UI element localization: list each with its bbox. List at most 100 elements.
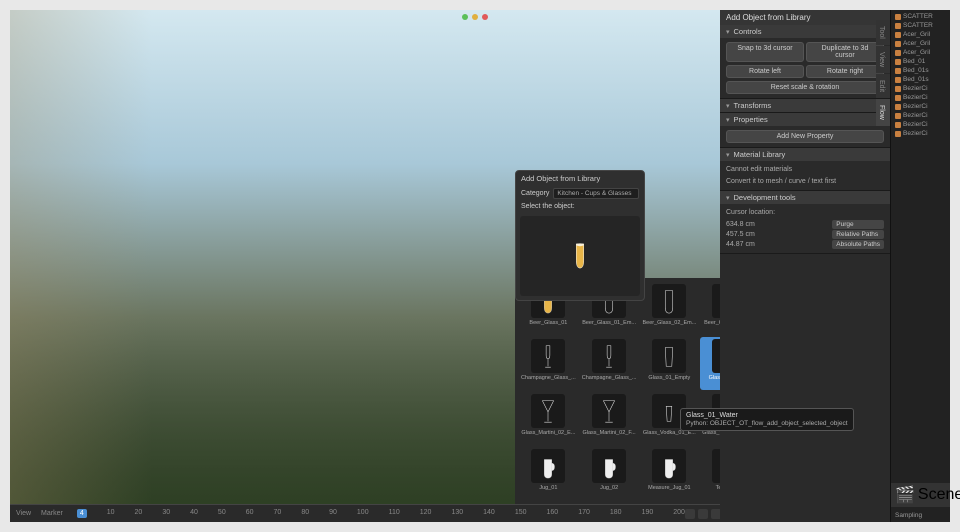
timeline-tick: 120 bbox=[420, 509, 432, 518]
asset-item[interactable]: Beer_Glass_02_Em... bbox=[640, 282, 698, 335]
app-window: View Marker 4 10203040506070809010011012… bbox=[10, 10, 950, 522]
add-property-button[interactable]: Add New Property bbox=[726, 130, 884, 143]
asset-thumbnail bbox=[712, 284, 720, 318]
rotate-right-button[interactable]: Rotate right bbox=[806, 65, 884, 78]
dev-tools-header[interactable]: Development tools bbox=[720, 191, 890, 204]
tab-edit[interactable]: Edit bbox=[876, 74, 890, 98]
timeline-tick: 60 bbox=[246, 509, 254, 518]
outliner-item[interactable]: SCATTER bbox=[893, 12, 948, 21]
category-dropdown[interactable]: Kitchen - Cups & Glasses bbox=[553, 188, 639, 199]
outliner-item[interactable]: BezierCi bbox=[893, 120, 948, 129]
asset-item[interactable]: Champagne_Glass_... bbox=[580, 337, 639, 390]
asset-thumbnail bbox=[592, 339, 626, 373]
object-icon bbox=[895, 32, 901, 38]
relative-paths-button[interactable]: Relative Paths bbox=[832, 230, 884, 239]
tab-view[interactable]: View bbox=[876, 46, 890, 73]
purge-button[interactable]: Purge bbox=[832, 220, 884, 229]
prev-frame-button[interactable] bbox=[698, 509, 708, 519]
outliner-item[interactable]: BezierCi bbox=[893, 84, 948, 93]
asset-thumbnail bbox=[652, 284, 686, 318]
maximize-dot[interactable] bbox=[472, 14, 478, 20]
outliner-tree[interactable]: SCATTERSCATTERAcer_GrilAcer_GrilAcer_Gri… bbox=[891, 10, 950, 479]
object-icon bbox=[895, 122, 901, 128]
timeline-playhead[interactable]: 4 bbox=[77, 509, 87, 518]
outliner-item[interactable]: Bed_01s bbox=[893, 75, 948, 84]
asset-label: Champagne_Glass_... bbox=[521, 375, 576, 381]
popup-title: Add Object from Library bbox=[516, 171, 644, 186]
play-reverse-button[interactable] bbox=[711, 509, 720, 519]
skip-start-button[interactable] bbox=[685, 509, 695, 519]
timeline-tick: 140 bbox=[483, 509, 495, 518]
tab-tool[interactable]: Tool bbox=[876, 20, 890, 45]
outliner-item[interactable]: BezierCi bbox=[893, 93, 948, 102]
properties-section-header[interactable]: Properties bbox=[720, 113, 890, 126]
outliner-item[interactable]: Bed_01 bbox=[893, 57, 948, 66]
asset-thumbnail bbox=[592, 394, 626, 428]
close-dot[interactable] bbox=[482, 14, 488, 20]
asset-item[interactable]: Jug_02 bbox=[580, 447, 639, 500]
asset-thumbnail bbox=[712, 449, 720, 483]
outliner-panel: SCATTERSCATTERAcer_GrilAcer_GrilAcer_Gri… bbox=[890, 10, 950, 522]
timeline-marker-menu[interactable]: Marker bbox=[41, 510, 63, 517]
add-object-popup: Add Object from Library Category Kitchen… bbox=[515, 170, 645, 301]
asset-label: Glass_01_Water bbox=[702, 375, 720, 381]
asset-label: Champagne_Glass_... bbox=[582, 375, 637, 381]
timeline-tick: 100 bbox=[357, 509, 369, 518]
outliner-item[interactable]: BezierCi bbox=[893, 111, 948, 120]
timeline-view-menu[interactable]: View bbox=[16, 510, 31, 517]
asset-browser-grid[interactable]: Beer_Glass_01Beer_Glass_01_Em...Beer_Gla… bbox=[515, 278, 720, 504]
asset-thumbnail bbox=[712, 339, 720, 373]
timeline-tick: 130 bbox=[451, 509, 463, 518]
outliner-item[interactable]: BezierCi bbox=[893, 129, 948, 138]
timeline[interactable]: View Marker 4 10203040506070809010011012… bbox=[10, 504, 720, 522]
outliner-item[interactable]: Acer_Gril bbox=[893, 48, 948, 57]
timeline-tick: 50 bbox=[218, 509, 226, 518]
asset-item[interactable]: Beer_Glass_02_Full bbox=[700, 282, 720, 335]
timeline-tick: 110 bbox=[389, 509, 400, 518]
minimize-dot[interactable] bbox=[462, 14, 468, 20]
outliner-item[interactable]: SCATTER bbox=[893, 21, 948, 30]
reset-transform-button[interactable]: Reset scale & rotation bbox=[726, 81, 884, 94]
object-icon bbox=[895, 95, 901, 101]
outliner-item[interactable]: BezierCi bbox=[893, 102, 948, 111]
outliner-item[interactable]: Acer_Gril bbox=[893, 30, 948, 39]
snap-cursor-button[interactable]: Snap to 3d cursor bbox=[726, 42, 804, 62]
transforms-section-header[interactable]: Transforms bbox=[720, 99, 890, 112]
asset-label: Glass_Martini_02_E... bbox=[521, 430, 576, 436]
duplicate-cursor-button[interactable]: Duplicate to 3d cursor bbox=[806, 42, 884, 62]
asset-item[interactable]: Jug_01 bbox=[519, 447, 578, 500]
object-icon bbox=[895, 68, 901, 74]
timeline-tick: 170 bbox=[578, 509, 590, 518]
asset-item[interactable]: Measure_Jug_01 bbox=[640, 447, 698, 500]
tab-flow[interactable]: Flow bbox=[876, 99, 890, 126]
asset-label: Beer_Glass_01_Em... bbox=[582, 320, 637, 326]
asset-tooltip: Glass_01_Water Python: OBJECT_OT_flow_ad… bbox=[680, 408, 854, 431]
window-controls bbox=[462, 14, 488, 20]
timeline-tick: 10 bbox=[107, 509, 115, 518]
cursor-x: 634.8 cm bbox=[726, 220, 755, 229]
material-library-header[interactable]: Material Library bbox=[720, 148, 890, 161]
cursor-y: 457.5 cm bbox=[726, 230, 755, 239]
cursor-z: 44.87 cm bbox=[726, 240, 755, 249]
controls-section-header[interactable]: Controls bbox=[720, 25, 890, 38]
timeline-tick: 90 bbox=[329, 509, 337, 518]
asset-item[interactable]: Teacup_01 bbox=[700, 447, 720, 500]
scene-selector[interactable]: 🎬 Scene bbox=[891, 483, 950, 507]
material-warning: Cannot edit materials bbox=[726, 165, 884, 174]
outliner-item[interactable]: Acer_Gril bbox=[893, 39, 948, 48]
properties-panel: Add Object from Library Controls Snap to… bbox=[720, 10, 890, 522]
asset-item[interactable]: Glass_01_Empty bbox=[640, 337, 698, 390]
timeline-tick: 70 bbox=[274, 509, 282, 518]
timeline-tick: 40 bbox=[190, 509, 198, 518]
rotate-left-button[interactable]: Rotate left bbox=[726, 65, 804, 78]
asset-item[interactable]: Champagne_Glass_... bbox=[519, 337, 578, 390]
asset-item[interactable]: Glass_01_Water bbox=[700, 337, 720, 390]
asset-item[interactable]: Glass_Martini_02_F... bbox=[580, 392, 639, 445]
timeline-ruler[interactable]: 4 10203040506070809010011012013014015016… bbox=[69, 509, 685, 518]
outliner-item[interactable]: Bed_01s bbox=[893, 66, 948, 75]
playback-controls bbox=[685, 509, 720, 519]
absolute-paths-button[interactable]: Absolute Paths bbox=[832, 240, 884, 249]
sampling-row[interactable]: Sampling bbox=[893, 511, 948, 520]
asset-label: Jug_01 bbox=[521, 485, 576, 491]
asset-item[interactable]: Glass_Martini_02_E... bbox=[519, 392, 578, 445]
